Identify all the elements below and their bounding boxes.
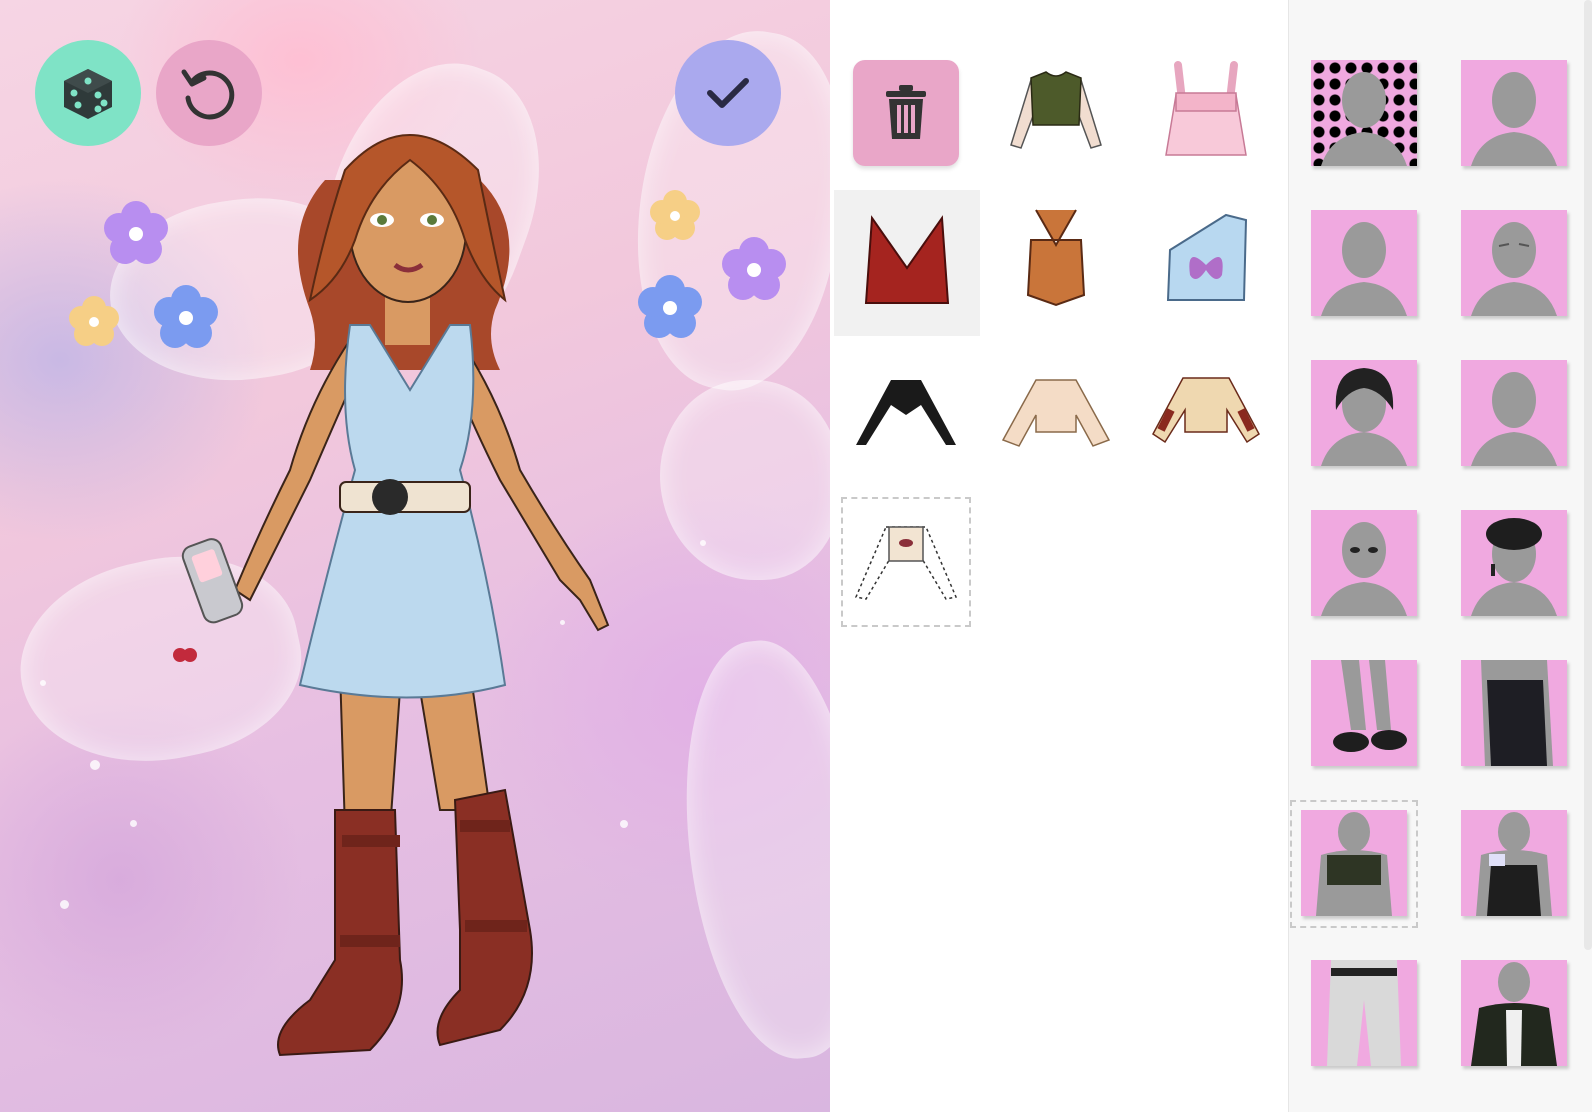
mannequin-icon xyxy=(1471,372,1557,466)
reset-icon xyxy=(181,69,235,120)
dice-icon xyxy=(64,69,112,119)
mannequin-hat-icon xyxy=(1471,518,1557,616)
mannequin-icon xyxy=(1471,72,1557,166)
mannequin-top-icon xyxy=(1316,812,1392,916)
category-hair[interactable] xyxy=(1311,360,1417,466)
category-face-shape[interactable] xyxy=(1311,210,1417,316)
mannequin-icon xyxy=(1321,72,1407,166)
wardrobe-items-panel xyxy=(831,0,1287,1112)
red-halter-thumbnail xyxy=(864,215,950,304)
category-column xyxy=(1288,0,1592,1112)
pants-icon xyxy=(1327,960,1401,1066)
character-stage xyxy=(0,0,830,1112)
wardrobe-item-blue-one-shoulder[interactable] xyxy=(1141,195,1271,325)
wardrobe-item-brown-corset[interactable] xyxy=(991,195,1121,325)
wardrobe-item-fishnet-top[interactable] xyxy=(841,497,971,627)
trash-icon xyxy=(886,85,926,139)
wardrobe-item-cream-blouse[interactable] xyxy=(991,345,1121,475)
mannequin-icon xyxy=(1471,222,1557,316)
mannequin-icon xyxy=(1321,222,1407,316)
cream-blouse-thumbnail xyxy=(1001,379,1111,447)
mannequin-dress-icon xyxy=(1476,812,1552,916)
category-eyebrows[interactable] xyxy=(1461,210,1567,316)
sparkle xyxy=(90,760,100,770)
brown-corset-thumbnail xyxy=(1026,209,1086,307)
butterfly-wing-decoration xyxy=(668,632,830,1068)
striped-top-thumbnail xyxy=(1152,377,1260,444)
category-tops[interactable] xyxy=(1301,810,1407,916)
category-background[interactable] xyxy=(1311,60,1417,166)
legs-shoes-icon xyxy=(1333,660,1407,752)
black-shrug-thumbnail xyxy=(856,380,956,445)
pink-cami-thumbnail xyxy=(1165,61,1247,156)
flower-icon xyxy=(722,237,786,300)
category-freckles[interactable] xyxy=(1461,360,1567,466)
wardrobe-item-red-halter[interactable] xyxy=(834,190,980,336)
wardrobe-item-olive-tee[interactable] xyxy=(991,45,1121,175)
sparkle xyxy=(700,540,706,546)
phone-prop xyxy=(181,538,244,624)
dress-up-app xyxy=(0,0,1592,1112)
category-skirts[interactable] xyxy=(1461,660,1567,766)
category-eyes[interactable] xyxy=(1311,510,1417,616)
wardrobe-item-striped-top[interactable] xyxy=(1141,345,1271,475)
sparkle xyxy=(130,820,137,827)
wardrobe-item-black-shrug[interactable] xyxy=(841,345,971,475)
butterfly-wing-decoration xyxy=(660,380,830,580)
character-avatar xyxy=(173,134,610,1057)
category-jackets[interactable] xyxy=(1461,960,1567,1066)
mannequin-hair-icon xyxy=(1321,368,1407,466)
category-scrollbar[interactable] xyxy=(1584,0,1592,950)
check-icon xyxy=(707,78,749,108)
mannequin-jacket-icon xyxy=(1471,962,1557,1066)
randomize-button[interactable] xyxy=(35,40,141,146)
reset-button[interactable] xyxy=(156,40,262,146)
sparkle xyxy=(60,900,69,909)
skirt-icon xyxy=(1481,660,1553,766)
fishnet-top-thumbnail xyxy=(854,526,958,600)
remove-item-button[interactable] xyxy=(853,60,959,166)
category-shoes[interactable] xyxy=(1311,660,1417,766)
category-bottoms[interactable] xyxy=(1311,960,1417,1066)
confirm-button[interactable] xyxy=(675,40,781,146)
category-body[interactable] xyxy=(1461,60,1567,166)
blue-butterfly-top-thumbnail xyxy=(1166,213,1248,301)
sparkle xyxy=(40,680,46,686)
flower-icon xyxy=(69,296,119,346)
mannequin-eyes-icon xyxy=(1321,522,1407,616)
wardrobe-item-pink-cami[interactable] xyxy=(1141,45,1271,175)
olive-tee-thumbnail xyxy=(1010,71,1102,149)
category-dresses[interactable] xyxy=(1461,810,1567,916)
category-hats-earrings[interactable] xyxy=(1461,510,1567,616)
